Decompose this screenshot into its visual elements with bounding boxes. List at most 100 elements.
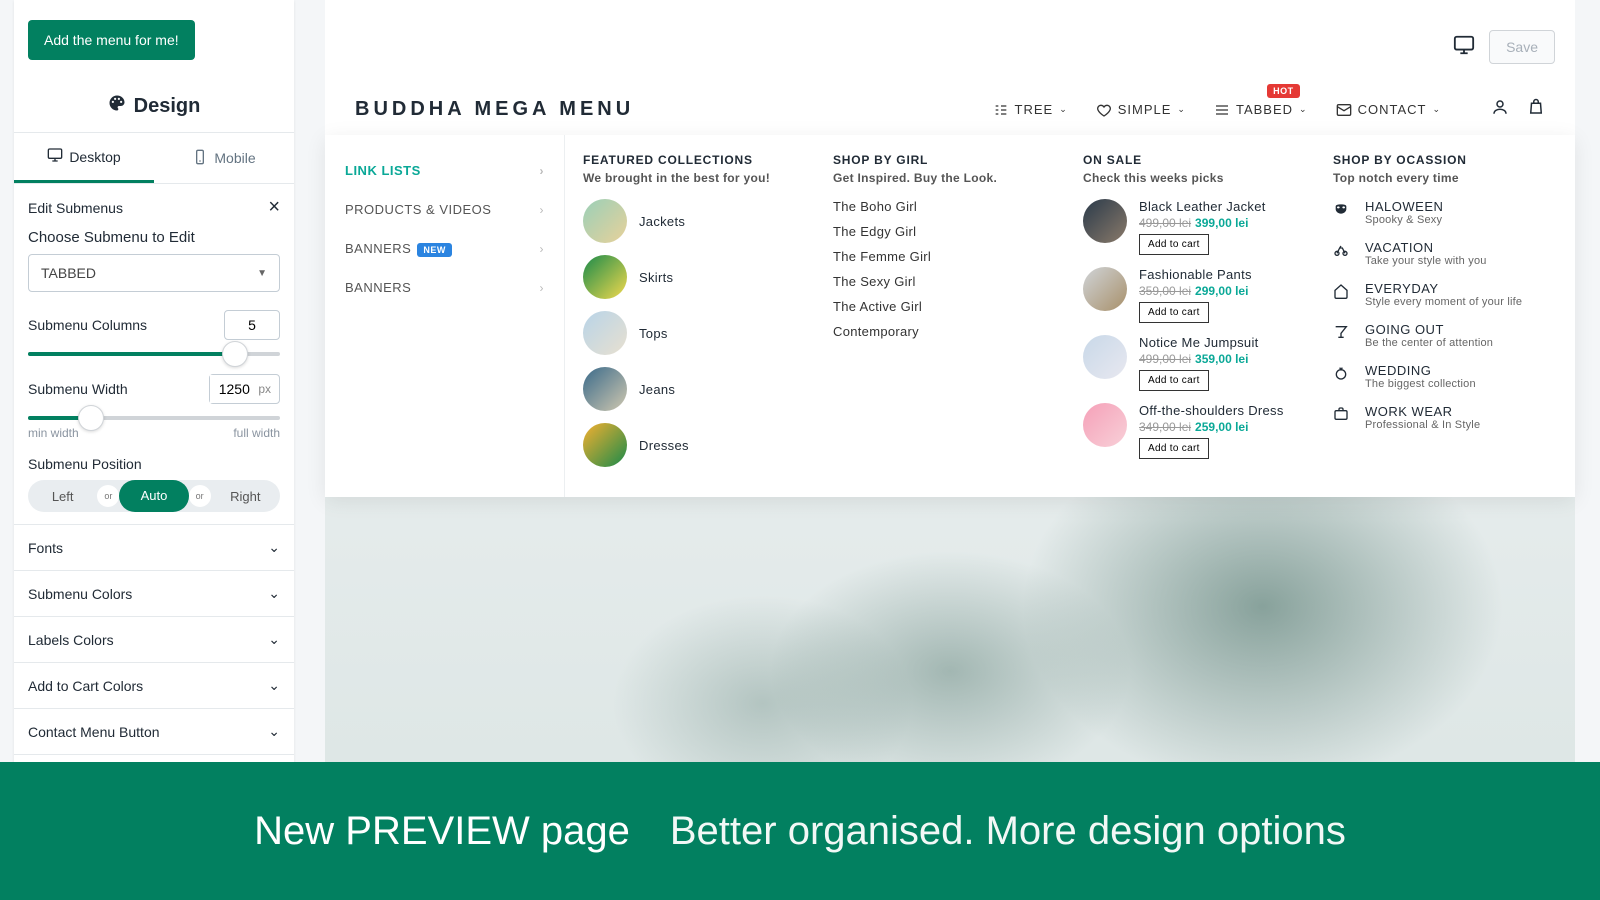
footer-text-a: New PREVIEW page — [254, 809, 630, 854]
hot-badge: HOT — [1267, 84, 1300, 98]
submenu-select[interactable]: TABBED ▼ — [28, 254, 280, 292]
mega-tab-linklists[interactable]: LINK LISTS› — [325, 151, 564, 190]
list-item[interactable]: The Edgy Girl — [833, 224, 1057, 239]
house-icon — [1333, 281, 1353, 308]
collection-item[interactable]: Jackets — [583, 199, 807, 243]
ring-icon — [1333, 363, 1353, 390]
collection-name: Dresses — [639, 438, 689, 453]
price-new: 359,00 lei — [1195, 352, 1248, 366]
chevron-down-icon: ▼ — [257, 268, 267, 279]
mega-tab-label: BANNERS — [345, 280, 411, 295]
position-auto[interactable]: Auto — [119, 480, 188, 512]
add-to-cart-button[interactable]: Add to cart — [1139, 234, 1209, 255]
acc-label: Labels Colors — [28, 632, 114, 648]
columns-input[interactable] — [224, 310, 280, 340]
occasion-item[interactable]: WEDDINGThe biggest collection — [1333, 363, 1557, 390]
collection-item[interactable]: Tops — [583, 311, 807, 355]
width-max-label: full width — [233, 426, 280, 440]
mega-tab-banners-new[interactable]: BANNERSNEW› — [325, 229, 564, 268]
sale-item: Notice Me Jumpsuit499,00 lei359,00 leiAd… — [1083, 335, 1307, 391]
collection-name: Skirts — [639, 270, 673, 285]
list-item[interactable]: The Femme Girl — [833, 249, 1057, 264]
desktop-preview-icon[interactable] — [1453, 34, 1475, 61]
nav-simple[interactable]: SIMPLE⌄ — [1096, 102, 1186, 118]
collection-thumb — [583, 311, 627, 355]
footer-banner: New PREVIEW page Better organised. More … — [0, 762, 1600, 900]
col-title: SHOP BY GIRL — [833, 153, 1057, 167]
collection-item[interactable]: Skirts — [583, 255, 807, 299]
col-sub: We brought in the best for you! — [583, 171, 807, 185]
mobile-icon — [192, 149, 208, 168]
nav-label: CONTACT — [1358, 102, 1427, 117]
briefcase-icon — [1333, 404, 1353, 431]
acc-fonts[interactable]: Fonts⌄ — [14, 525, 294, 571]
martini-icon — [1333, 322, 1353, 349]
sale-thumb — [1083, 335, 1127, 379]
chevron-right-icon: › — [540, 281, 545, 295]
bike-icon — [1333, 240, 1353, 267]
acc-contact-btn[interactable]: Contact Menu Button⌄ — [14, 709, 294, 755]
occasion-item[interactable]: GOING OUTBe the center of attention — [1333, 322, 1557, 349]
price-new: 299,00 lei — [1195, 284, 1248, 298]
width-min-label: min width — [28, 426, 79, 440]
nav-tabbed[interactable]: HOTTABBED⌄ — [1214, 102, 1308, 118]
sale-title[interactable]: Black Leather Jacket — [1139, 199, 1307, 214]
col-title: ON SALE — [1083, 153, 1307, 167]
save-button[interactable]: Save — [1489, 30, 1555, 64]
sale-title[interactable]: Fashionable Pants — [1139, 267, 1307, 282]
width-unit: px — [258, 382, 271, 396]
occasion-item[interactable]: WORK WEARProfessional & In Style — [1333, 404, 1557, 431]
nav-contact[interactable]: CONTACT⌄ — [1336, 102, 1441, 118]
bag-icon[interactable] — [1527, 98, 1545, 121]
collection-thumb — [583, 199, 627, 243]
collection-item[interactable]: Jeans — [583, 367, 807, 411]
mega-tab-banners[interactable]: BANNERS › — [325, 268, 564, 307]
position-right[interactable]: Right — [211, 483, 280, 510]
tab-desktop[interactable]: Desktop — [14, 133, 154, 183]
tab-mobile[interactable]: Mobile — [154, 133, 294, 183]
user-icon[interactable] — [1491, 98, 1509, 121]
sale-item: Fashionable Pants359,00 lei299,00 leiAdd… — [1083, 267, 1307, 323]
list-item[interactable]: The Sexy Girl — [833, 274, 1057, 289]
col-shop-girl: SHOP BY GIRL Get Inspired. Buy the Look.… — [825, 153, 1065, 479]
nav-tree[interactable]: TREE⌄ — [993, 102, 1068, 118]
add-menu-button[interactable]: Add the menu for me! — [28, 20, 195, 60]
chevron-down-icon: ⌄ — [268, 677, 280, 694]
acc-atc-colors[interactable]: Add to Cart Colors⌄ — [14, 663, 294, 709]
occasion-title: EVERYDAY — [1365, 281, 1522, 296]
sale-thumb — [1083, 267, 1127, 311]
occasion-item[interactable]: VACATIONTake your style with you — [1333, 240, 1557, 267]
occasion-item[interactable]: HALOWEENSpooky & Sexy — [1333, 199, 1557, 226]
device-tabs: Desktop Mobile — [14, 133, 294, 184]
width-input[interactable] — [210, 375, 258, 403]
occasion-item[interactable]: EVERYDAYStyle every moment of your life — [1333, 281, 1557, 308]
occasion-sub: Professional & In Style — [1365, 419, 1480, 431]
acc-submenu-colors[interactable]: Submenu Colors⌄ — [14, 571, 294, 617]
chevron-down-icon: ⌄ — [1177, 104, 1186, 115]
chevron-down-icon: ⌄ — [1059, 104, 1068, 115]
occasion-sub: Spooky & Sexy — [1365, 214, 1443, 226]
design-label: Design — [134, 95, 201, 118]
columns-slider[interactable] — [28, 352, 280, 356]
position-or-2: or — [189, 485, 211, 507]
tab-desktop-label: Desktop — [69, 149, 120, 165]
close-icon[interactable]: × — [268, 196, 280, 219]
add-to-cart-button[interactable]: Add to cart — [1139, 438, 1209, 459]
position-toggle: Left or Auto or Right — [28, 480, 280, 512]
width-slider[interactable] — [28, 416, 280, 420]
accordion: Fonts⌄ Submenu Colors⌄ Labels Colors⌄ Ad… — [14, 524, 294, 755]
add-to-cart-button[interactable]: Add to cart — [1139, 370, 1209, 391]
sale-title[interactable]: Off-the-shoulders Dress — [1139, 403, 1307, 418]
collection-item[interactable]: Dresses — [583, 423, 807, 467]
position-left[interactable]: Left — [28, 483, 97, 510]
add-to-cart-button[interactable]: Add to cart — [1139, 302, 1209, 323]
occasion-title: VACATION — [1365, 240, 1487, 255]
list-item[interactable]: The Boho Girl — [833, 199, 1057, 214]
mega-tab-products[interactable]: PRODUCTS & VIDEOS› — [325, 190, 564, 229]
sidebar: Add the menu for me! Design Desktop Mobi… — [14, 0, 294, 790]
sale-title[interactable]: Notice Me Jumpsuit — [1139, 335, 1307, 350]
list-item[interactable]: Contemporary — [833, 324, 1057, 339]
list-item[interactable]: The Active Girl — [833, 299, 1057, 314]
acc-labels-colors[interactable]: Labels Colors⌄ — [14, 617, 294, 663]
occasion-sub: Style every moment of your life — [1365, 296, 1522, 308]
